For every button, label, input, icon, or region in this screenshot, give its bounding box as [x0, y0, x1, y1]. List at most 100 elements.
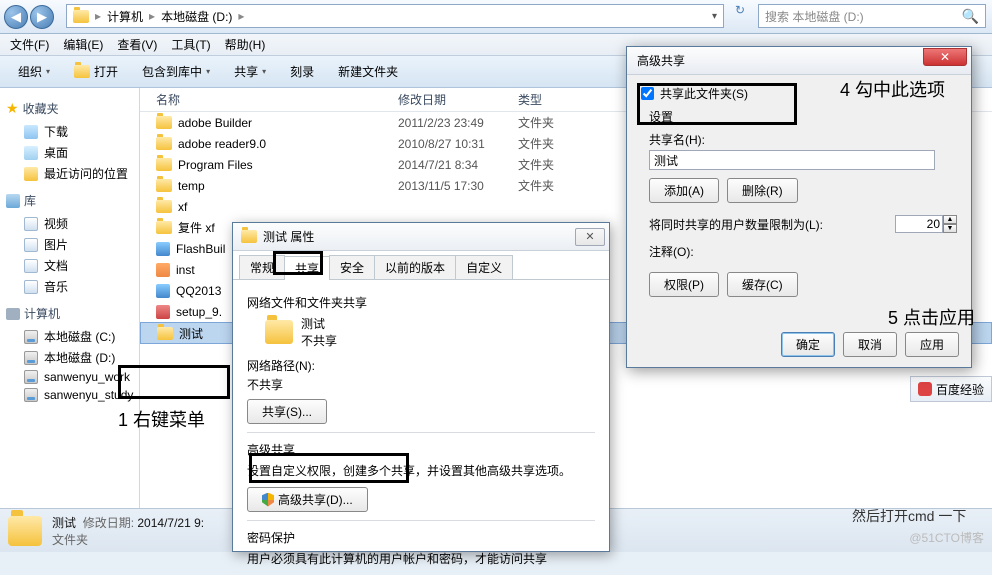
- file-date: 2011/2/23 23:49: [398, 116, 518, 130]
- tab-security[interactable]: 安全: [329, 255, 375, 279]
- sidebar: ★收藏夹 下载 桌面 最近访问的位置 库 视频 图片 文档 音乐 计算机 本地磁…: [0, 88, 140, 508]
- desktop-icon: [24, 146, 38, 160]
- menu-tools[interactable]: 工具(T): [165, 34, 216, 55]
- cache-button[interactable]: 缓存(C): [727, 272, 798, 297]
- drive-icon: [24, 330, 38, 344]
- password-description: 用户必须具有此计算机的用户帐户和密码，才能访问共享: [247, 550, 595, 567]
- folder-icon: [156, 221, 172, 234]
- watermark: @51CTO博客: [909, 529, 984, 546]
- toolbar-newfolder[interactable]: 新建文件夹: [328, 59, 408, 84]
- file-name: adobe reader9.0: [178, 137, 266, 151]
- search-field[interactable]: 搜索 本地磁盘 (D:) 🔍: [758, 4, 986, 28]
- toolbar-burn[interactable]: 刻录: [280, 59, 324, 84]
- recent-icon: [24, 167, 38, 181]
- breadcrumb-computer[interactable]: 计算机: [107, 8, 143, 25]
- address-dropdown-icon[interactable]: ▾: [712, 11, 717, 22]
- shield-icon: [262, 493, 274, 507]
- share-folder-checkbox[interactable]: [641, 87, 654, 100]
- spin-up[interactable]: ▲: [943, 215, 957, 224]
- advanced-share-description: 设置自定义权限，创建多个共享，并设置其他高级共享选项。: [247, 462, 595, 479]
- delete-button[interactable]: 删除(R): [727, 178, 798, 203]
- folder-icon: [156, 200, 172, 213]
- cancel-button[interactable]: 取消: [843, 332, 897, 357]
- menu-edit[interactable]: 编辑(E): [57, 34, 109, 55]
- menu-view[interactable]: 查看(V): [111, 34, 163, 55]
- sidebar-desktop[interactable]: 桌面: [6, 142, 139, 163]
- col-name[interactable]: 名称: [144, 91, 398, 108]
- value-network-path: 不共享: [247, 376, 595, 393]
- sidebar-documents[interactable]: 文档: [6, 255, 139, 276]
- advanced-share-close-button[interactable]: ✕: [923, 48, 967, 66]
- back-button[interactable]: ◀: [4, 5, 28, 29]
- breadcrumb-drive-d[interactable]: 本地磁盘 (D:): [161, 8, 232, 25]
- sidebar-drive-d[interactable]: 本地磁盘 (D:): [6, 347, 139, 368]
- advanced-share-body: 共享此文件夹(S) 设置 共享名(H): 添加(A) 删除(R) 将同时共享的用…: [627, 75, 971, 307]
- refresh-button[interactable]: ↻: [730, 0, 750, 20]
- status-type: 文件夹: [52, 531, 204, 548]
- drive-icon: [24, 370, 38, 384]
- app-icon: [156, 305, 170, 319]
- file-date: 2010/8/27 10:31: [398, 137, 518, 151]
- toolbar-include[interactable]: 包含到库中▾: [132, 59, 220, 84]
- folder-icon: [241, 230, 257, 243]
- spin-down[interactable]: ▼: [943, 224, 957, 233]
- tab-custom[interactable]: 自定义: [455, 255, 513, 279]
- file-name: xf: [178, 200, 187, 214]
- toolbar-share[interactable]: 共享▾: [224, 59, 276, 84]
- col-date[interactable]: 修改日期: [398, 91, 518, 108]
- sidebar-libraries[interactable]: 库: [6, 192, 139, 209]
- properties-close-button[interactable]: ✕: [575, 228, 605, 246]
- sidebar-favorites[interactable]: ★收藏夹: [6, 100, 139, 117]
- sidebar-pictures[interactable]: 图片: [6, 234, 139, 255]
- user-limit-input[interactable]: [895, 215, 943, 233]
- ok-button[interactable]: 确定: [781, 332, 835, 357]
- sidebar-recent[interactable]: 最近访问的位置: [6, 163, 139, 184]
- file-date: 2013/11/5 17:30: [398, 179, 518, 193]
- file-type: 文件夹: [518, 177, 598, 194]
- search-icon[interactable]: 🔍: [962, 8, 979, 25]
- group-settings: 设置: [649, 108, 957, 125]
- menu-file[interactable]: 文件(F): [4, 34, 55, 55]
- section-password: 密码保护: [247, 529, 595, 546]
- file-type: 文件夹: [518, 114, 598, 131]
- file-name: 测试: [179, 325, 203, 342]
- sidebar-drive-c[interactable]: 本地磁盘 (C:): [6, 326, 139, 347]
- nav-buttons: ◀ ▶: [0, 0, 58, 33]
- address-field[interactable]: ▸ 计算机 ▸ 本地磁盘 (D:) ▸ ▾: [66, 4, 724, 28]
- sidebar-downloads[interactable]: 下载: [6, 121, 139, 142]
- advanced-share-titlebar[interactable]: 高级共享 ✕: [627, 47, 971, 75]
- apply-button[interactable]: 应用: [905, 332, 959, 357]
- add-button[interactable]: 添加(A): [649, 178, 719, 203]
- sidebar-sanwenyu-work[interactable]: sanwenyu_work: [6, 368, 139, 386]
- sidebar-music[interactable]: 音乐: [6, 276, 139, 297]
- file-name: adobe Builder: [178, 116, 252, 130]
- tab-general[interactable]: 常规: [239, 255, 285, 279]
- tab-previous-versions[interactable]: 以前的版本: [374, 255, 456, 279]
- right-side-text: 然后打开cmd 一下: [852, 506, 992, 526]
- sidebar-computer[interactable]: 计算机: [6, 305, 139, 322]
- menu-help[interactable]: 帮助(H): [219, 34, 272, 55]
- music-icon: [24, 280, 38, 294]
- address-bar: ◀ ▶ ▸ 计算机 ▸ 本地磁盘 (D:) ▸ ▾ ↻ 搜索 本地磁盘 (D:)…: [0, 0, 992, 34]
- folder-large-icon: [265, 320, 293, 344]
- tab-share[interactable]: 共享: [284, 256, 330, 280]
- advanced-share-button[interactable]: 高级共享(D)...: [247, 487, 368, 512]
- toolbar-organize[interactable]: 组织▾: [8, 59, 60, 84]
- app-icon: [156, 242, 170, 256]
- breadcrumb-sep: ▸: [95, 9, 101, 23]
- folder-icon: [157, 327, 173, 340]
- forward-button[interactable]: ▶: [30, 5, 54, 29]
- file-name: inst: [176, 263, 195, 277]
- baidu-jingyan-button[interactable]: 百度经验: [910, 376, 992, 402]
- share-button[interactable]: 共享(S)...: [247, 399, 327, 424]
- toolbar-open[interactable]: 打开: [64, 59, 128, 84]
- folder-icon: [156, 158, 172, 171]
- sidebar-videos[interactable]: 视频: [6, 213, 139, 234]
- col-type[interactable]: 类型: [518, 91, 598, 108]
- share-name-input[interactable]: [649, 150, 935, 170]
- sidebar-sanwenyu-study[interactable]: sanwenyu_study: [6, 386, 139, 404]
- properties-titlebar[interactable]: 测试 属性 ✕: [233, 223, 609, 251]
- file-name: setup_9.: [176, 305, 222, 319]
- permissions-button[interactable]: 权限(P): [649, 272, 719, 297]
- file-name: 复件 xf: [178, 219, 215, 236]
